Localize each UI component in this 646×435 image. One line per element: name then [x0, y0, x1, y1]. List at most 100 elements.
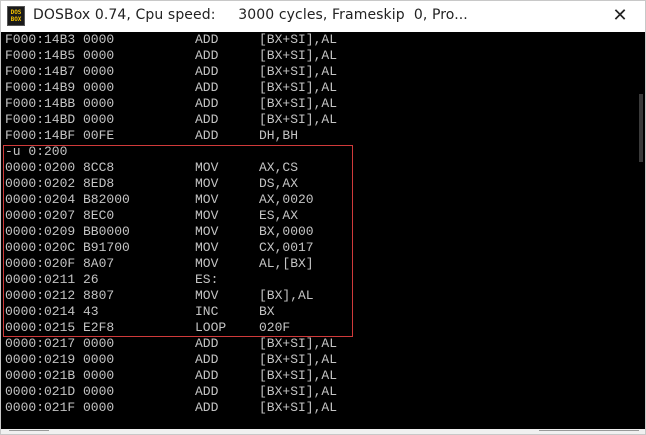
machine-code: 8A07 — [83, 256, 115, 271]
mnemonic: MOV — [195, 288, 219, 303]
operands: [BX+SI],AL — [259, 384, 338, 399]
mnemonic: ADD — [195, 368, 219, 383]
mnemonic: ES: — [195, 272, 219, 287]
machine-code: 8ED8 — [83, 176, 115, 191]
machine-code: 0000 — [83, 368, 115, 383]
address: 0000:021D — [5, 384, 76, 399]
address: F000:14BD — [5, 112, 76, 127]
operands: CX,0017 — [259, 240, 314, 255]
machine-code: 0000 — [83, 48, 115, 63]
mnemonic: MOV — [195, 192, 219, 207]
address: 0000:0207 — [5, 208, 76, 223]
address: 0000:0215 — [5, 320, 76, 335]
machine-code: 0000 — [83, 32, 115, 47]
machine-code: 00FE — [83, 128, 115, 143]
machine-code: 0000 — [83, 64, 115, 79]
mnemonic: ADD — [195, 352, 219, 367]
address: F000:14B3 — [5, 32, 76, 47]
machine-code: 0000 — [83, 80, 115, 95]
console-screen[interactable]: F000:14B3 0000 ADD [BX+SI],AL F000:14B5 0000 A… — [1, 32, 645, 430]
mnemonic: ADD — [195, 96, 219, 111]
mnemonic: ADD — [195, 32, 219, 47]
machine-code: 26 — [83, 272, 99, 287]
operands: ES,AX — [259, 208, 299, 223]
mnemonic: ADD — [195, 128, 219, 143]
address: F000:14B9 — [5, 80, 76, 95]
operands: [BX+SI],AL — [259, 80, 338, 95]
operands: DS,AX — [259, 176, 299, 191]
operands: AX,0020 — [259, 192, 314, 207]
mnemonic: ADD — [195, 384, 219, 399]
machine-code: 0000 — [83, 96, 115, 111]
machine-code: 0000 — [83, 352, 115, 367]
address: 0000:0212 — [5, 288, 76, 303]
window-title: DOSBox 0.74, Cpu speed: 3000 cycles, Fra… — [33, 7, 468, 23]
console-scroll-mark — [639, 94, 643, 162]
address: 0000:0217 — [5, 336, 76, 351]
operands: [BX+SI],AL — [259, 400, 338, 415]
status-mark-right — [539, 430, 639, 434]
operands: AX,CS — [259, 160, 299, 175]
machine-code: B82000 — [83, 192, 130, 207]
machine-code: B91700 — [83, 240, 130, 255]
address: 0000:0219 — [5, 352, 76, 367]
address: 0000:021B — [5, 368, 76, 383]
address: 0000:0214 — [5, 304, 76, 319]
debug-command: -u 0:200 — [5, 144, 68, 159]
machine-code: 0000 — [83, 336, 115, 351]
status-bar — [1, 429, 645, 434]
operands: [BX+SI],AL — [259, 64, 338, 79]
address: 0000:021F — [5, 400, 76, 415]
machine-code: 0000 — [83, 112, 115, 127]
operands: [BX],AL — [259, 288, 314, 303]
operands: 020F — [259, 320, 291, 335]
address: F000:14BB — [5, 96, 76, 111]
machine-code: 0000 — [83, 384, 115, 399]
machine-code: 8807 — [83, 288, 115, 303]
operands: BX,0000 — [259, 224, 314, 239]
address: 0000:020C — [5, 240, 76, 255]
mnemonic: MOV — [195, 256, 219, 271]
mnemonic: ADD — [195, 112, 219, 127]
address: 0000:0211 — [5, 272, 76, 287]
operands: [BX+SI],AL — [259, 368, 338, 383]
mnemonic: ADD — [195, 64, 219, 79]
address: 0000:0200 — [5, 160, 76, 175]
operands: DH,BH — [259, 128, 299, 143]
operands: [BX+SI],AL — [259, 352, 338, 367]
mnemonic: MOV — [195, 224, 219, 239]
close-icon: ✕ — [612, 5, 628, 26]
dosbox-icon: DOS BOX — [7, 6, 25, 26]
operands: BX — [259, 304, 275, 319]
mnemonic: MOV — [195, 176, 219, 191]
machine-code: 43 — [83, 304, 99, 319]
mnemonic: MOV — [195, 160, 219, 175]
mnemonic: ADD — [195, 48, 219, 63]
mnemonic: INC — [195, 304, 219, 319]
address: 0000:0209 — [5, 224, 76, 239]
close-button[interactable]: ✕ — [609, 5, 631, 27]
mnemonic: ADD — [195, 400, 219, 415]
mnemonic: LOOP — [195, 320, 227, 335]
operands: [BX+SI],AL — [259, 48, 338, 63]
operands: [BX+SI],AL — [259, 96, 338, 111]
mnemonic: ADD — [195, 336, 219, 351]
address: 0000:020F — [5, 256, 76, 271]
title-bar[interactable]: DOS BOX DOSBox 0.74, Cpu speed: 3000 cyc… — [1, 1, 645, 32]
operands: AL,[BX] — [259, 256, 314, 271]
machine-code: 8EC0 — [83, 208, 115, 223]
operands: [BX+SI],AL — [259, 336, 338, 351]
address: F000:14B5 — [5, 48, 76, 63]
mnemonic: MOV — [195, 240, 219, 255]
machine-code: 0000 — [83, 400, 115, 415]
machine-code: E2F8 — [83, 320, 115, 335]
dosbox-window: DOS BOX DOSBox 0.74, Cpu speed: 3000 cyc… — [0, 0, 646, 435]
operands: [BX+SI],AL — [259, 32, 338, 47]
machine-code: 8CC8 — [83, 160, 115, 175]
address: 0000:0202 — [5, 176, 76, 191]
address: F000:14BF — [5, 128, 76, 143]
status-mark-left — [9, 430, 49, 434]
machine-code: BB0000 — [83, 224, 130, 239]
address: F000:14B7 — [5, 64, 76, 79]
operands: [BX+SI],AL — [259, 112, 338, 127]
